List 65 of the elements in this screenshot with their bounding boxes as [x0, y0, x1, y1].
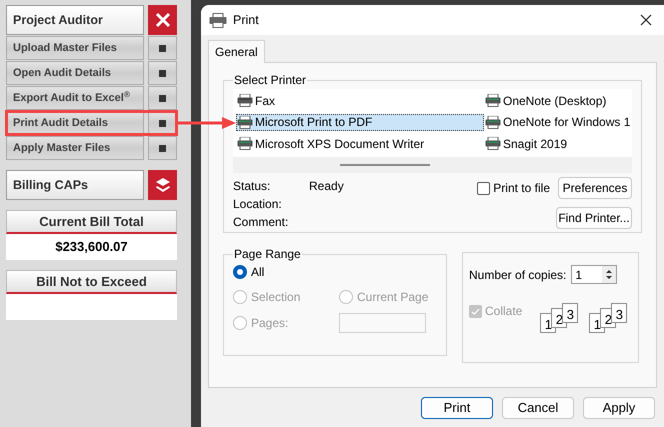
location-label: Location:: [233, 196, 283, 213]
printer-icon: [485, 137, 501, 150]
preferences-button[interactable]: Preferences: [558, 177, 632, 199]
radio-label: Pages:: [251, 315, 288, 332]
radio-button[interactable]: [233, 265, 247, 279]
layers-icon: [154, 177, 170, 193]
square-icon: [159, 120, 166, 126]
status-value: Ready: [309, 178, 345, 195]
printer-item[interactable]: Fax: [236, 92, 484, 109]
printer-icon: [237, 116, 253, 129]
menu-item-toggle[interactable]: [148, 61, 177, 85]
square-icon: [159, 44, 166, 52]
find-printer-button[interactable]: Find Printer...: [556, 207, 632, 229]
dialog-button[interactable]: Apply: [583, 397, 655, 419]
menu-item[interactable]: Upload Master Files: [6, 36, 144, 60]
total-heading: Current Bill Total: [6, 210, 177, 234]
horizontal-scrollbar[interactable]: [233, 157, 632, 173]
dialog-button[interactable]: Print: [421, 397, 493, 419]
menu-item[interactable]: Apply Master Files: [6, 136, 144, 160]
menu-item[interactable]: Export Audit to Excel$^{®}$: [6, 86, 144, 110]
window-title: Print: [233, 12, 260, 29]
checkbox[interactable]: [477, 182, 490, 194]
arrow-icon: [178, 116, 238, 130]
comment-label: Comment:: [233, 214, 290, 231]
status-label: Status:: [233, 178, 272, 195]
square-icon: [159, 70, 166, 76]
section-title: Billing CAPs: [6, 170, 144, 200]
group-label: Page Range: [233, 246, 302, 263]
printer-item[interactable]: Microsoft Print to PDF: [236, 114, 484, 131]
collate-pages-drawing: 1 2 3: [540, 303, 584, 333]
printer-item[interactable]: OneNote for Windows 1: [484, 114, 632, 131]
tab[interactable]: General: [208, 40, 265, 63]
checkbox-label: Collate: [485, 303, 522, 320]
menu-item[interactable]: Open Audit Details: [6, 61, 144, 85]
printer-list[interactable]: Fax OneNote (Desktop) Microsoft Print to PDF OneNote for Windows 1 Microsoft XPS Document Writer Snagit 2019: [233, 89, 632, 173]
printer-item[interactable]: OneNote (Desktop): [484, 92, 632, 109]
copies-label: Number of copies:: [469, 266, 566, 284]
printer-item[interactable]: Microsoft XPS Document Writer: [236, 135, 484, 152]
close-icon: [154, 12, 170, 28]
panel-title: Project Auditor: [6, 5, 144, 35]
radio-label: Selection: [251, 289, 300, 306]
menu-item-toggle[interactable]: [148, 36, 177, 60]
layers-button[interactable]: [148, 170, 177, 200]
printer-item[interactable]: Snagit 2019: [484, 135, 632, 152]
radio-label: Current Page: [357, 289, 428, 306]
copies-spinner[interactable]: 1: [571, 265, 618, 284]
total-heading: Bill Not to Exceed: [6, 270, 177, 294]
square-icon: [159, 94, 166, 102]
menu-item-toggle[interactable]: [148, 86, 177, 110]
square-icon: [159, 144, 166, 152]
radio-label: All: [251, 264, 264, 281]
close-icon[interactable]: [640, 14, 652, 26]
spin-arrows-icon: [602, 266, 616, 283]
collate-pages-drawing: 1 2 3: [589, 303, 634, 333]
printer-icon: [485, 94, 501, 107]
total-value: $233,600.07: [55, 238, 128, 256]
printer-icon: [237, 137, 253, 150]
menu-item-toggle[interactable]: [148, 136, 177, 160]
printer-icon: [209, 12, 227, 28]
printer-icon: [485, 116, 501, 129]
checkbox-label: Print to file: [493, 180, 550, 197]
group-label: Select Printer: [233, 72, 308, 89]
dialog-button[interactable]: Cancel: [502, 397, 574, 419]
printer-icon: [237, 94, 253, 107]
close-button[interactable]: [148, 5, 177, 35]
